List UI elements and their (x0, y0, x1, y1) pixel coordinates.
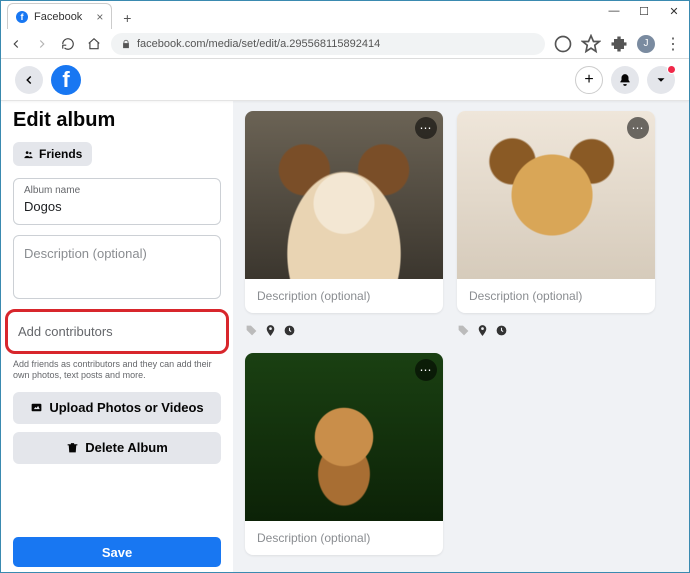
reload-icon[interactable] (59, 35, 77, 53)
album-description-field[interactable]: Description (optional) (13, 235, 221, 299)
forward-icon[interactable] (33, 35, 51, 53)
facebook-header: f + (1, 59, 689, 101)
star-icon[interactable] (581, 34, 601, 54)
add-contributors-field[interactable]: Add contributors (5, 309, 229, 354)
friends-icon (23, 149, 34, 160)
photo-card: ⋯ Description (optional) (457, 111, 655, 313)
browser-titlebar: f Facebook × + — ☐ ✕ (1, 1, 689, 29)
home-icon[interactable] (85, 35, 103, 53)
tag-icon[interactable] (457, 324, 470, 337)
create-button[interactable]: + (575, 66, 603, 94)
photo-card: ⋯ Description (optional) (245, 353, 443, 555)
upload-button[interactable]: Upload Photos or Videos (13, 392, 221, 424)
photo-thumbnail[interactable]: ⋯ (457, 111, 655, 279)
facebook-logo[interactable]: f (51, 65, 81, 95)
window-controls: — ☐ ✕ (599, 1, 689, 21)
location-icon[interactable] (476, 324, 489, 337)
photo-description-field[interactable]: Description (optional) (245, 279, 443, 313)
extensions-icon[interactable] (609, 34, 629, 54)
maximize-button[interactable]: ☐ (629, 1, 659, 21)
description-placeholder: Description (optional) (24, 246, 147, 261)
browser-tab[interactable]: f Facebook × (7, 3, 112, 29)
sidebar: Edit album Friends Album name Descriptio… (1, 101, 233, 572)
account-dropdown[interactable] (647, 66, 675, 94)
photo-meta-row (245, 321, 443, 339)
share-icon[interactable] (553, 34, 573, 54)
photo-more-button[interactable]: ⋯ (415, 359, 437, 381)
close-window-button[interactable]: ✕ (659, 1, 689, 21)
photo-description-field[interactable]: Description (optional) (245, 521, 443, 555)
date-icon[interactable] (495, 324, 508, 337)
profile-avatar[interactable]: J (637, 35, 655, 53)
lock-icon (121, 39, 131, 49)
tag-icon[interactable] (245, 324, 258, 337)
facebook-favicon: f (16, 11, 28, 23)
notifications-button[interactable] (611, 66, 639, 94)
save-button[interactable]: Save (13, 537, 221, 567)
url-text: facebook.com/media/set/edit/a.2955681158… (137, 38, 380, 50)
fb-back-button[interactable] (15, 66, 43, 94)
photo-card: ⋯ Description (optional) (245, 111, 443, 313)
album-name-label: Album name (24, 185, 210, 196)
album-name-input[interactable] (24, 199, 210, 214)
privacy-selector[interactable]: Friends (13, 142, 92, 166)
location-icon[interactable] (264, 324, 277, 337)
page-title: Edit album (13, 109, 221, 132)
new-tab-button[interactable]: + (116, 7, 138, 29)
photo-meta-row (457, 321, 655, 339)
date-icon[interactable] (283, 324, 296, 337)
photo-grid-area: ⋯ Description (optional) ⋯ (233, 101, 689, 572)
photo-description-field[interactable]: Description (optional) (457, 279, 655, 313)
photo-thumbnail[interactable]: ⋯ (245, 111, 443, 279)
photo-more-button[interactable]: ⋯ (415, 117, 437, 139)
album-name-field[interactable]: Album name (13, 178, 221, 225)
tab-title: Facebook (34, 11, 82, 23)
contributors-helper-text: Add friends as contributors and they can… (13, 359, 221, 382)
address-bar[interactable]: facebook.com/media/set/edit/a.2955681158… (111, 33, 545, 55)
trash-icon (66, 441, 79, 454)
back-icon[interactable] (7, 35, 25, 53)
photo-more-button[interactable]: ⋯ (627, 117, 649, 139)
browser-toolbar: facebook.com/media/set/edit/a.2955681158… (1, 29, 689, 59)
privacy-label: Friends (39, 147, 82, 161)
close-tab-icon[interactable]: × (96, 10, 103, 24)
menu-icon[interactable]: ⋮ (663, 34, 683, 54)
photo-thumbnail[interactable]: ⋯ (245, 353, 443, 521)
delete-album-button[interactable]: Delete Album (13, 432, 221, 464)
contributors-placeholder: Add contributors (18, 324, 113, 339)
minimize-button[interactable]: — (599, 1, 629, 21)
upload-icon (30, 401, 43, 414)
